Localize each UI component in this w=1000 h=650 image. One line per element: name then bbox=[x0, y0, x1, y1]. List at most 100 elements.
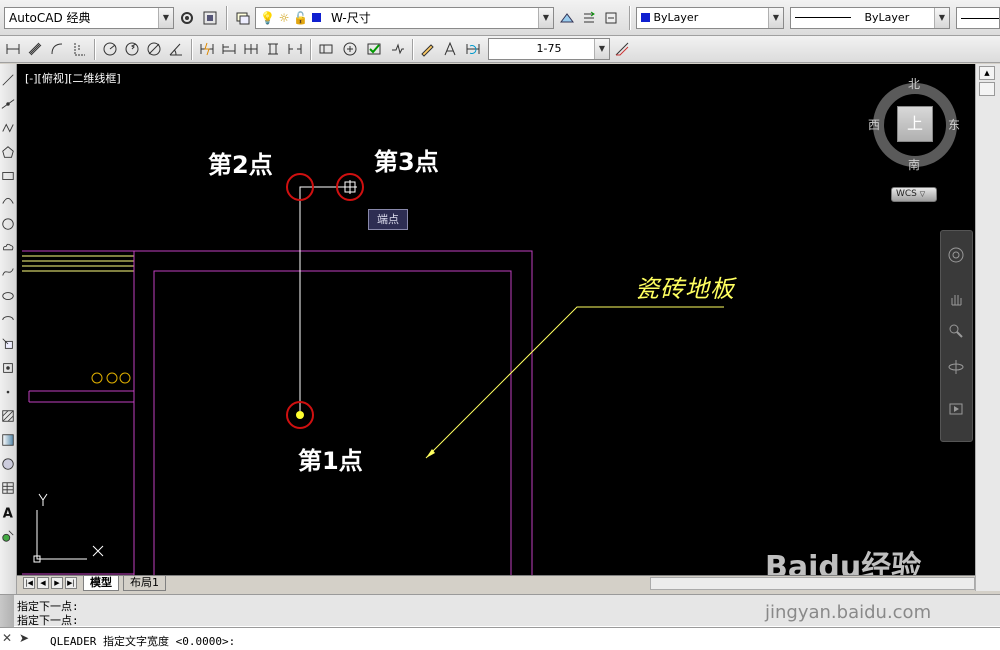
chevron-down-icon: ▽ bbox=[919, 190, 926, 198]
crosshair-cursor bbox=[343, 180, 357, 194]
construction-line-button[interactable] bbox=[0, 94, 16, 114]
viewcube[interactable]: 上 北 南 东 西 bbox=[867, 74, 967, 174]
layer-previous-button[interactable] bbox=[579, 8, 599, 28]
angular-dim-button[interactable] bbox=[166, 39, 186, 59]
tab-model[interactable]: 模型 bbox=[83, 576, 119, 591]
compass-north[interactable]: 北 bbox=[908, 75, 920, 92]
mtext-button[interactable]: A bbox=[0, 502, 16, 522]
command-line[interactable]: ✕ ➤ QLEADER 指定文字宽度 <0.0000>: bbox=[0, 627, 1000, 650]
snap-tooltip: 端点 bbox=[368, 209, 408, 230]
command-prompt-icon[interactable]: ➤ bbox=[19, 631, 29, 645]
pan-button[interactable] bbox=[946, 289, 966, 309]
linetype-sample bbox=[795, 12, 851, 18]
aligned-dim-button[interactable] bbox=[25, 39, 45, 59]
viewcube-top-face[interactable]: 上 bbox=[897, 106, 933, 142]
separator bbox=[94, 39, 96, 60]
layer-state-icon bbox=[605, 12, 617, 24]
region-button[interactable] bbox=[0, 454, 16, 474]
dim-style-manager-button[interactable] bbox=[612, 39, 632, 59]
last-tab-button[interactable]: ▶| bbox=[65, 577, 77, 589]
ellipse-button[interactable] bbox=[0, 286, 16, 306]
history-line-2: 指定下一点: bbox=[17, 614, 79, 627]
scroll-thumb[interactable] bbox=[979, 82, 995, 96]
horizontal-scrollbar[interactable] bbox=[650, 577, 975, 590]
dim-space-button[interactable] bbox=[263, 39, 283, 59]
circle-button[interactable] bbox=[0, 214, 16, 234]
layer-state-button[interactable] bbox=[601, 8, 621, 28]
showmotion-button[interactable] bbox=[946, 399, 966, 419]
dim-break-button[interactable] bbox=[285, 39, 305, 59]
make-current-layer-button[interactable] bbox=[557, 8, 577, 28]
layer-dropdown[interactable]: 💡 ☼ 🔓 W-尺寸 ▼ bbox=[255, 7, 554, 29]
steering-wheel-button[interactable] bbox=[946, 245, 966, 265]
make-block-button[interactable] bbox=[0, 358, 16, 378]
point-button[interactable] bbox=[0, 382, 16, 402]
ellipse-arc-button[interactable] bbox=[0, 310, 16, 330]
revcloud-button[interactable] bbox=[0, 238, 16, 258]
table-button[interactable] bbox=[0, 478, 16, 498]
draw-toolbar: A bbox=[0, 64, 17, 594]
toolbar-row-dimension: 1-75 ▼ bbox=[0, 36, 1000, 63]
inner-room-outline bbox=[153, 270, 512, 575]
checkmark-icon bbox=[367, 43, 381, 55]
close-icon[interactable]: ✕ bbox=[2, 631, 12, 645]
dim-text-edit-button[interactable] bbox=[440, 39, 460, 59]
quick-dimension-icon bbox=[200, 42, 214, 56]
arc-button[interactable] bbox=[0, 190, 16, 210]
first-tab-button[interactable]: |◀ bbox=[23, 577, 35, 589]
polyline-button[interactable] bbox=[0, 118, 16, 138]
drawing-canvas[interactable]: [-][俯视][二维线框] 端点 第2点 第3点 第1点 瓷砖地板 上 北 南 … bbox=[17, 64, 975, 575]
dim-update-button[interactable] bbox=[463, 39, 483, 59]
workspace-settings-button[interactable] bbox=[177, 8, 197, 28]
diameter-dim-button[interactable] bbox=[144, 39, 164, 59]
workspace-dropdown[interactable]: AutoCAD 经典 ▼ bbox=[4, 7, 174, 29]
dim-break-icon bbox=[288, 44, 302, 54]
chevron-down-icon: ▼ bbox=[934, 8, 949, 28]
add-selected-button[interactable] bbox=[0, 526, 16, 546]
color-dropdown[interactable]: ByLayer ▼ bbox=[636, 7, 784, 29]
line-tool-button[interactable] bbox=[0, 70, 16, 90]
wcs-menu-button[interactable]: WCS ▽ bbox=[891, 187, 937, 202]
polygon-button[interactable] bbox=[0, 142, 16, 162]
gradient-button[interactable] bbox=[0, 430, 16, 450]
linear-dimension-icon bbox=[6, 44, 20, 54]
linear-dim-button[interactable] bbox=[3, 39, 23, 59]
dim-edit-button[interactable] bbox=[417, 39, 437, 59]
ordinate-dim-button[interactable] bbox=[69, 39, 89, 59]
lineweight-sample bbox=[961, 13, 999, 19]
rectangle-button[interactable] bbox=[0, 166, 16, 186]
compass-east[interactable]: 东 bbox=[948, 116, 960, 133]
customize-button[interactable] bbox=[200, 8, 220, 28]
zoom-button[interactable] bbox=[946, 321, 966, 341]
vertical-scrollbar[interactable]: ▲ bbox=[975, 64, 1000, 591]
layer-properties-button[interactable] bbox=[233, 8, 253, 28]
continue-dim-button[interactable] bbox=[241, 39, 261, 59]
prev-tab-button[interactable]: ◀ bbox=[37, 577, 49, 589]
quick-dim-button[interactable] bbox=[197, 39, 217, 59]
insert-block-button[interactable] bbox=[0, 334, 16, 354]
jogged-linear-icon bbox=[392, 43, 404, 55]
dim-style-dropdown[interactable]: 1-75 ▼ bbox=[488, 38, 610, 60]
jogged-dim-button[interactable] bbox=[122, 39, 142, 59]
tolerance-button[interactable] bbox=[316, 39, 336, 59]
next-tab-button[interactable]: ▶ bbox=[51, 577, 63, 589]
arc-length-button[interactable] bbox=[47, 39, 67, 59]
scroll-up-arrow[interactable]: ▲ bbox=[979, 66, 995, 80]
inspect-button[interactable] bbox=[364, 39, 384, 59]
orbit-button[interactable] bbox=[946, 357, 966, 377]
navigation-bar bbox=[940, 230, 973, 442]
command-window-grip[interactable] bbox=[0, 595, 14, 627]
radius-dim-button[interactable] bbox=[100, 39, 120, 59]
tab-layout1[interactable]: 布局1 bbox=[123, 576, 166, 591]
jogged-linear-button[interactable] bbox=[388, 39, 408, 59]
linetype-dropdown[interactable]: ByLayer ▼ bbox=[790, 7, 950, 29]
hand-icon bbox=[951, 295, 962, 306]
baseline-dim-button[interactable] bbox=[219, 39, 239, 59]
lineweight-dropdown[interactable] bbox=[956, 7, 1000, 29]
leader-preview-line bbox=[299, 186, 350, 415]
center-mark-button[interactable] bbox=[340, 39, 360, 59]
compass-west[interactable]: 西 bbox=[868, 116, 880, 133]
hatch-button[interactable] bbox=[0, 406, 16, 426]
spline-button[interactable] bbox=[0, 262, 16, 282]
compass-south[interactable]: 南 bbox=[908, 156, 920, 173]
